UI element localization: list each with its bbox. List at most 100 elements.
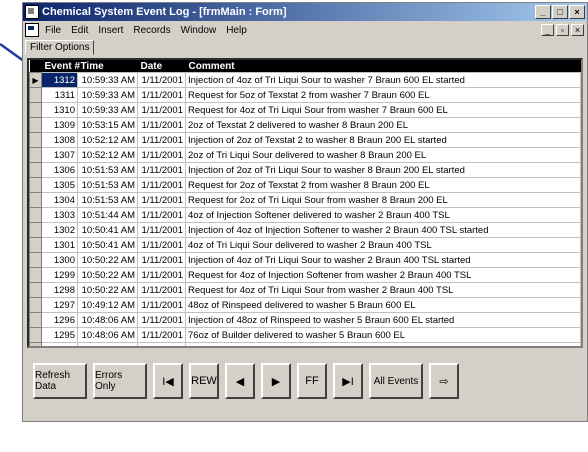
comment-cell[interactable]: Injection of 76oz of Builder to washer 5…: [185, 342, 581, 346]
event-number-cell[interactable]: 1302: [41, 222, 78, 238]
date-cell[interactable]: 1/11/2001: [137, 72, 186, 88]
time-cell[interactable]: 10:51:53 AM: [77, 192, 138, 208]
comment-cell[interactable]: 2oz of Texstat 2 delivered to washer 8 B…: [185, 117, 581, 133]
all-events-button[interactable]: All Events: [369, 363, 423, 399]
time-cell[interactable]: 10:51:53 AM: [77, 162, 138, 178]
table-row[interactable]: 1308 10:52:12 AM 1/11/2001 Injection of 2oz…: [29, 132, 581, 148]
comment-cell[interactable]: Injection of 2oz of Texstat 2 to washer …: [185, 132, 581, 148]
date-cell[interactable]: 1/11/2001: [137, 102, 186, 118]
app-icon[interactable]: [25, 5, 39, 19]
time-cell[interactable]: 10:50:22 AM: [77, 267, 138, 283]
rewind-button[interactable]: REW: [189, 363, 219, 399]
comment-cell[interactable]: Request for 4oz of Tri Liqui Sour from w…: [185, 282, 581, 298]
close-button[interactable]: ×: [569, 5, 585, 19]
event-number-cell[interactable]: 1311: [41, 87, 78, 103]
date-cell[interactable]: 1/11/2001: [137, 222, 186, 238]
date-cell[interactable]: 1/11/2001: [137, 192, 186, 208]
row-selector[interactable]: [29, 237, 42, 253]
menu-file[interactable]: File: [45, 25, 61, 36]
time-cell[interactable]: 10:47:33 AM: [77, 342, 138, 346]
row-selector[interactable]: [29, 177, 42, 193]
event-number-cell[interactable]: 1310: [41, 102, 78, 118]
row-selector[interactable]: [29, 282, 42, 298]
date-cell[interactable]: 1/11/2001: [137, 207, 186, 223]
date-cell[interactable]: 1/11/2001: [137, 267, 186, 283]
comment-cell[interactable]: Injection of 48oz of Rinspeed to washer …: [185, 312, 581, 328]
menu-window[interactable]: Window: [181, 25, 217, 36]
time-cell[interactable]: 10:48:06 AM: [77, 312, 138, 328]
event-number-cell[interactable]: 1305: [41, 177, 78, 193]
date-cell[interactable]: 1/11/2001: [137, 177, 186, 193]
first-record-button[interactable]: I◀: [153, 363, 183, 399]
comment-cell[interactable]: Injection of 4oz of Injection Softener t…: [185, 222, 581, 238]
row-selector[interactable]: [29, 327, 42, 343]
tab-filter-options[interactable]: Filter Options: [25, 40, 95, 55]
comment-cell[interactable]: 2oz of Tri Liqui Sour delivered to washe…: [185, 147, 581, 163]
table-row[interactable]: 1295 10:48:06 AM 1/11/2001 76oz of Builder …: [29, 327, 581, 343]
event-number-cell[interactable]: 1296: [41, 312, 78, 328]
comment-cell[interactable]: 48oz of Rinspeed delivered to washer 5 B…: [185, 297, 581, 313]
row-selector[interactable]: [29, 192, 42, 208]
time-cell[interactable]: 10:50:41 AM: [77, 237, 138, 253]
event-number-cell[interactable]: 1294: [41, 342, 78, 346]
row-selector[interactable]: [29, 222, 42, 238]
row-selector[interactable]: [29, 102, 42, 118]
last-record-button[interactable]: ▶I: [333, 363, 363, 399]
time-cell[interactable]: 10:52:12 AM: [77, 147, 138, 163]
row-selector[interactable]: ▶: [29, 72, 42, 88]
doc-close-button[interactable]: ×: [571, 24, 584, 36]
row-selector[interactable]: [29, 132, 42, 148]
time-cell[interactable]: 10:59:33 AM: [77, 102, 138, 118]
event-number-cell[interactable]: 1300: [41, 252, 78, 268]
date-cell[interactable]: 1/11/2001: [137, 147, 186, 163]
fast-forward-button[interactable]: FF: [297, 363, 327, 399]
menu-records[interactable]: Records: [133, 25, 170, 36]
doc-minimize-button[interactable]: _: [541, 24, 554, 36]
exit-button[interactable]: ⇨: [429, 363, 459, 399]
date-cell[interactable]: 1/11/2001: [137, 282, 186, 298]
event-number-cell[interactable]: 1299: [41, 267, 78, 283]
event-number-cell[interactable]: 1307: [41, 147, 78, 163]
time-cell[interactable]: 10:59:33 AM: [77, 72, 138, 88]
event-number-cell[interactable]: 1301: [41, 237, 78, 253]
row-selector[interactable]: [29, 87, 42, 103]
comment-cell[interactable]: Injection of 2oz of Tri Liqui Sour to wa…: [185, 162, 581, 178]
table-row[interactable]: 1296 10:48:06 AM 1/11/2001 Injection of 48o…: [29, 312, 581, 328]
row-selector[interactable]: [29, 252, 42, 268]
menu-insert[interactable]: Insert: [98, 25, 123, 36]
table-row[interactable]: 1298 10:50:22 AM 1/11/2001 Request for 4oz …: [29, 282, 581, 298]
maximize-button[interactable]: □: [552, 5, 568, 19]
date-cell[interactable]: 1/11/2001: [137, 342, 186, 346]
comment-cell[interactable]: Injection of 4oz of Tri Liqui Sour to wa…: [185, 252, 581, 268]
row-selector[interactable]: [29, 147, 42, 163]
table-row[interactable]: 1310 10:59:33 AM 1/11/2001 Request for 4oz …: [29, 102, 581, 118]
minimize-button[interactable]: _: [535, 5, 551, 19]
errors-only-button[interactable]: Errors Only: [93, 363, 147, 399]
event-number-cell[interactable]: 1297: [41, 297, 78, 313]
date-cell[interactable]: 1/11/2001: [137, 312, 186, 328]
time-cell[interactable]: 10:51:53 AM: [77, 177, 138, 193]
date-cell[interactable]: 1/11/2001: [137, 237, 186, 253]
refresh-data-button[interactable]: Refresh Data: [33, 363, 87, 399]
table-row[interactable]: 1304 10:51:53 AM 1/11/2001 Request for 2oz …: [29, 192, 581, 208]
table-row[interactable]: 1309 10:53:15 AM 1/11/2001 2oz of Texstat 2…: [29, 117, 581, 133]
time-cell[interactable]: 10:50:22 AM: [77, 282, 138, 298]
row-selector[interactable]: [29, 312, 42, 328]
table-row[interactable]: 1306 10:51:53 AM 1/11/2001 Injection of 2oz…: [29, 162, 581, 178]
date-cell[interactable]: 1/11/2001: [137, 117, 186, 133]
time-cell[interactable]: 10:52:12 AM: [77, 132, 138, 148]
comment-cell[interactable]: 76oz of Builder delivered to washer 5 Br…: [185, 327, 581, 343]
event-number-cell[interactable]: 1308: [41, 132, 78, 148]
row-selector[interactable]: [29, 207, 42, 223]
table-row[interactable]: 1303 10:51:44 AM 1/11/2001 4oz of Injection…: [29, 207, 581, 223]
column-header-date[interactable]: Date: [137, 60, 186, 73]
row-selector[interactable]: [29, 162, 42, 178]
table-row[interactable]: 1300 10:50:22 AM 1/11/2001 Injection of 4oz…: [29, 252, 581, 268]
time-cell[interactable]: 10:49:12 AM: [77, 297, 138, 313]
time-cell[interactable]: 10:51:44 AM: [77, 207, 138, 223]
time-cell[interactable]: 10:53:15 AM: [77, 117, 138, 133]
comment-cell[interactable]: 4oz of Injection Softener delivered to w…: [185, 207, 581, 223]
event-number-cell[interactable]: 1295: [41, 327, 78, 343]
date-cell[interactable]: 1/11/2001: [137, 297, 186, 313]
date-cell[interactable]: 1/11/2001: [137, 327, 186, 343]
